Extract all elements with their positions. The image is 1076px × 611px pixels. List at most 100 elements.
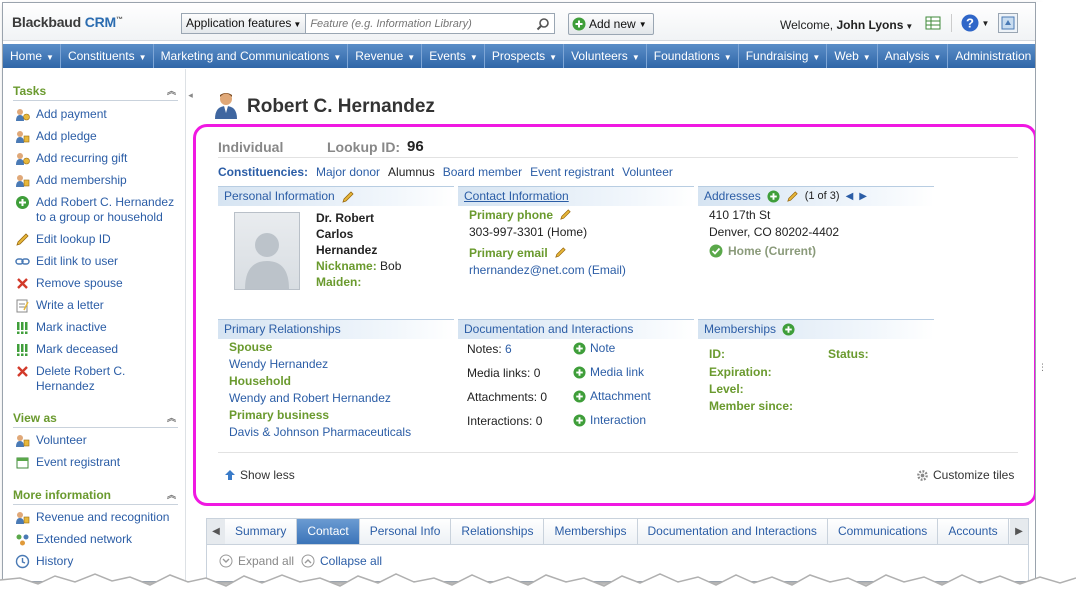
sidebar-item-mark-inactive[interactable]: Mark inactive: [15, 320, 180, 335]
pencil-icon[interactable]: [786, 190, 799, 203]
tab-scroll-left-icon[interactable]: ◀: [207, 519, 225, 544]
address-type-row: Home (Current): [709, 244, 816, 258]
tasks-section-header[interactable]: Tasks ︽: [13, 81, 178, 101]
nickname-row: Nickname: Bob: [316, 259, 401, 273]
personal-info-title[interactable]: Personal Information: [224, 187, 335, 206]
contact-info-title[interactable]: Contact Information: [464, 187, 569, 206]
nav-item-home[interactable]: Home ▼: [3, 44, 61, 68]
app-logo[interactable]: Blackbaud CRM™: [12, 14, 123, 30]
tab-summary[interactable]: Summary: [225, 519, 298, 544]
nav-item-analysis[interactable]: Analysis ▼: [878, 44, 949, 68]
collapse-icon[interactable]: ︽: [167, 408, 176, 428]
nav-item-fundraising[interactable]: Fundraising ▼: [739, 44, 828, 68]
constituency-board-member[interactable]: Board member: [443, 165, 522, 179]
household-link[interactable]: Wendy and Robert Hernandez: [229, 391, 391, 405]
nav-item-prospects[interactable]: Prospects ▼: [485, 44, 565, 68]
membership-expiration-label: Expiration:: [709, 365, 772, 379]
constituency-alumnus[interactable]: Alumnus: [388, 165, 435, 179]
sidebar-item-label: Volunteer: [36, 433, 87, 447]
add-new-button[interactable]: Add new ▼: [568, 13, 654, 35]
spreadsheet-button[interactable]: [923, 13, 943, 33]
add-media-link[interactable]: Media link: [573, 365, 644, 379]
tab-communications[interactable]: Communications: [828, 519, 939, 544]
tab-documentation-and-interactions[interactable]: Documentation and Interactions: [638, 519, 828, 544]
sidebar-item-add-payment[interactable]: Add payment: [15, 107, 180, 122]
search-button[interactable]: [532, 14, 554, 33]
collapse-icon[interactable]: ︽: [167, 81, 176, 101]
shell-button[interactable]: [998, 13, 1018, 33]
nav-item-revenue[interactable]: Revenue ▼: [348, 44, 423, 68]
sidebar-item-extended-network[interactable]: Extended network: [15, 532, 180, 547]
search-scope-label: Application features: [186, 16, 292, 30]
sidebar-collapse-handle[interactable]: ◂: [186, 83, 195, 107]
primary-email-link[interactable]: rhernandez@net.com (Email): [469, 263, 626, 277]
pencil-icon[interactable]: [554, 246, 567, 259]
add-green-icon[interactable]: [767, 190, 780, 203]
tab-relationships[interactable]: Relationships: [451, 519, 545, 544]
constituency-volunteer[interactable]: Volunteer: [622, 165, 673, 179]
letter-icon: [15, 298, 30, 313]
next-arrow-icon[interactable]: ▶: [859, 187, 867, 206]
sidebar-item-add-recurring-gift[interactable]: Add recurring gift: [15, 151, 180, 166]
nav-item-constituents[interactable]: Constituents ▼: [61, 44, 154, 68]
add-interaction-link[interactable]: Interaction: [573, 413, 646, 427]
sidebar-item-add-membership[interactable]: Add membership: [15, 173, 180, 188]
show-less-button[interactable]: Show less: [224, 468, 295, 482]
scrollbar-grip-icon[interactable]: ⋮: [1038, 362, 1047, 373]
add-note-link[interactable]: Note: [573, 341, 615, 355]
documentation-title[interactable]: Documentation and Interactions: [464, 320, 633, 339]
mark-deceased-icon: [15, 342, 30, 357]
sidebar-item-event-registrant[interactable]: Event registrant: [15, 455, 180, 470]
sidebar-item-add-robert-c-hernandez-to-a-group-or-household[interactable]: Add Robert C. Hernandez to a group or ho…: [15, 195, 180, 225]
sidebar-item-label: Mark deceased: [36, 342, 119, 356]
help-button[interactable]: ? ▼: [960, 13, 990, 33]
tab-scroll-right-icon[interactable]: ▶: [1010, 519, 1028, 544]
tab-contact[interactable]: Contact: [297, 519, 360, 544]
previous-arrow-icon[interactable]: ◀: [846, 187, 854, 206]
add-attachment-link[interactable]: Attachment: [573, 389, 651, 403]
spouse-link[interactable]: Wendy Hernandez: [229, 357, 328, 371]
sidebar-item-add-pledge[interactable]: Add pledge: [15, 129, 180, 144]
sidebar-item-edit-link-to-user[interactable]: Edit link to user: [15, 254, 180, 269]
relationships-title[interactable]: Primary Relationships: [224, 320, 341, 339]
constituencies-row: Constituencies: Major donor Alumnus Board …: [218, 165, 673, 179]
nav-item-foundations[interactable]: Foundations ▼: [647, 44, 739, 68]
viewas-section-header[interactable]: View as ︽: [13, 408, 178, 428]
constituency-event-registrant[interactable]: Event registrant: [530, 165, 614, 179]
nav-item-administration[interactable]: Administration▼: [948, 44, 1035, 68]
nav-item-volunteers[interactable]: Volunteers ▼: [564, 44, 647, 68]
sidebar-item-label: Write a letter: [36, 298, 104, 312]
constituent-photo-placeholder[interactable]: [234, 212, 300, 290]
sidebar-item-delete-robert-c-hernandez[interactable]: Delete Robert C. Hernandez: [15, 364, 180, 394]
constituency-major-donor[interactable]: Major donor: [316, 165, 380, 179]
moreinfo-section-header[interactable]: More information ︽: [13, 485, 178, 505]
tab-memberships[interactable]: Memberships: [544, 519, 638, 544]
notes-row: Notes: 6: [467, 342, 512, 356]
tab-accounts[interactable]: Accounts: [938, 519, 1009, 544]
vertical-scrollbar[interactable]: ⋮: [1036, 2, 1050, 582]
chevron-down-icon: ▼: [138, 53, 147, 62]
member-since-label: Member since:: [709, 399, 794, 413]
collapse-icon[interactable]: ︽: [167, 485, 176, 505]
nav-item-web[interactable]: Web ▼: [827, 44, 878, 68]
sidebar-item-remove-spouse[interactable]: Remove spouse: [15, 276, 180, 291]
nav-item-marketing-and-communications[interactable]: Marketing and Communications ▼: [154, 44, 349, 68]
tab-personal-info[interactable]: Personal Info: [360, 519, 452, 544]
sidebar-item-volunteer[interactable]: Volunteer: [15, 433, 180, 448]
pencil-icon[interactable]: [559, 208, 572, 221]
search-scope-dropdown[interactable]: Application features ▼: [182, 14, 307, 33]
nav-item-events[interactable]: Events ▼: [422, 44, 485, 68]
sidebar-item-mark-deceased[interactable]: Mark deceased: [15, 342, 180, 357]
sidebar-item-write-a-letter[interactable]: Write a letter: [15, 298, 180, 313]
sidebar-item-edit-lookup-id[interactable]: Edit lookup ID: [15, 232, 180, 247]
search-input[interactable]: [306, 14, 533, 33]
sidebar-item-revenue-and-recognition[interactable]: Revenue and recognition: [15, 510, 180, 525]
pencil-icon[interactable]: [341, 190, 355, 204]
business-link[interactable]: Davis & Johnson Pharmaceuticals: [229, 425, 411, 439]
notes-count-link[interactable]: 6: [505, 342, 512, 356]
add-green-icon: [573, 341, 586, 355]
add-green-icon[interactable]: [782, 323, 795, 336]
welcome-user[interactable]: Welcome, John Lyons ▼: [780, 18, 913, 32]
membership-status-label: Status:: [828, 347, 869, 361]
customize-tiles-button[interactable]: Customize tiles: [916, 468, 1014, 482]
